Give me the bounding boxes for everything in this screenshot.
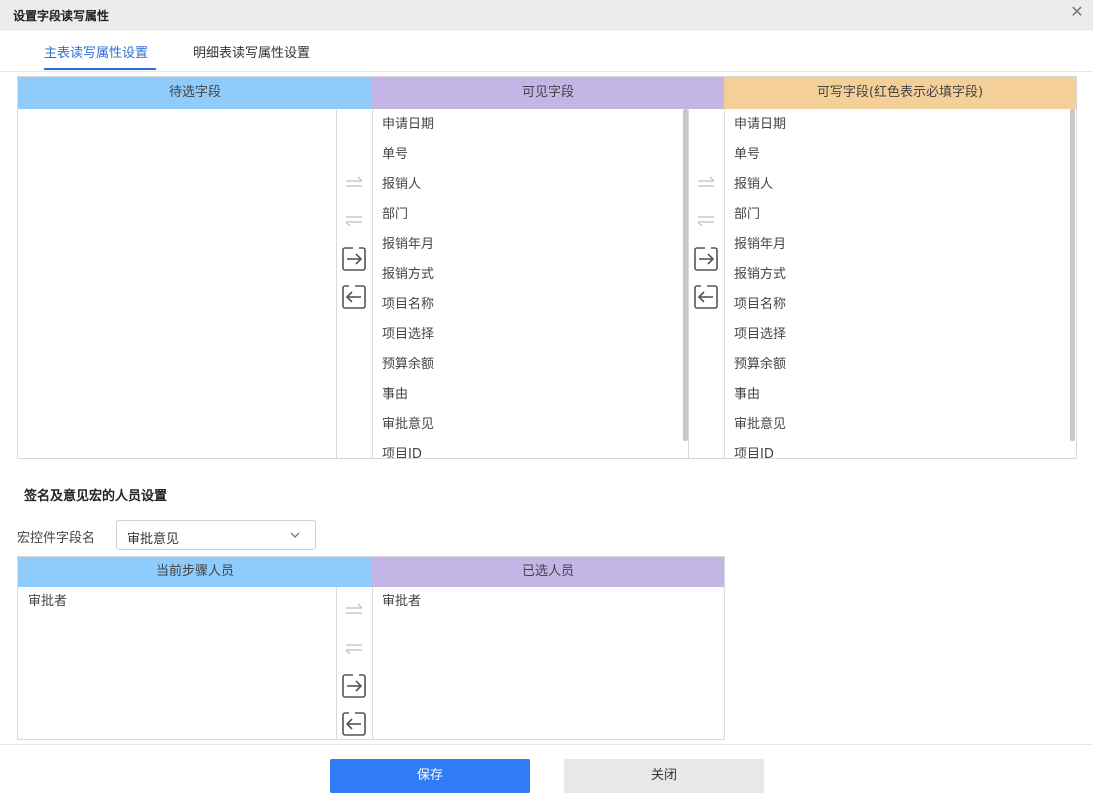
move-all-right-icon[interactable] xyxy=(693,171,719,197)
selected-personnel-header: 已选人员 xyxy=(372,557,724,587)
list-item[interactable]: 事由 xyxy=(372,380,688,410)
close-button[interactable]: 关闭 xyxy=(564,759,764,793)
field-selector: 待选字段 可见字段 可写字段(红色表示必填字段) 申请日期 单号 报销人 部门 … xyxy=(17,76,1077,459)
save-button[interactable]: 保存 xyxy=(330,759,530,793)
list-item[interactable]: 报销人 xyxy=(724,170,1070,200)
tab-bar: 主表读写属性设置 明细表读写属性设置 xyxy=(0,30,1093,72)
writable-list-scrollbar[interactable] xyxy=(1070,109,1075,441)
writable-fields-header: 可写字段(红色表示必填字段) xyxy=(724,77,1076,109)
writable-fields-list[interactable]: 申请日期 单号 报销人 部门 报销年月 报销方式 项目名称 项目选择 预算余额 … xyxy=(724,109,1070,458)
transfer-buttons-3 xyxy=(336,587,372,739)
section-title: 签名及意见宏的人员设置 xyxy=(24,489,168,504)
move-all-right-icon[interactable] xyxy=(341,171,367,197)
transfer-buttons-1 xyxy=(336,109,372,458)
list-item[interactable]: 部门 xyxy=(724,200,1070,230)
tab-main-table[interactable]: 主表读写属性设置 xyxy=(44,42,148,61)
move-all-right-icon[interactable] xyxy=(341,598,367,624)
list-item[interactable]: 报销人 xyxy=(372,170,688,200)
list-item[interactable]: 审批者 xyxy=(18,587,336,617)
list-item[interactable]: 报销方式 xyxy=(372,260,688,290)
list-item[interactable]: 事由 xyxy=(724,380,1070,410)
chevron-down-icon xyxy=(290,532,300,538)
list-item[interactable]: 报销方式 xyxy=(724,260,1070,290)
list-item[interactable]: 申请日期 xyxy=(372,110,688,140)
current-step-personnel-header: 当前步骤人员 xyxy=(18,557,372,587)
macro-field-value: 审批意见 xyxy=(127,532,180,547)
move-all-left-icon[interactable] xyxy=(693,207,719,233)
list-item[interactable]: 报销年月 xyxy=(372,230,688,260)
current-personnel-list[interactable]: 审批者 xyxy=(18,587,336,739)
selected-personnel-list[interactable]: 审批者 xyxy=(372,587,724,739)
dialog-footer xyxy=(0,744,1093,805)
move-left-icon[interactable] xyxy=(693,284,719,310)
list-item[interactable]: 审批意见 xyxy=(372,410,688,440)
list-item[interactable]: 项目选择 xyxy=(724,320,1070,350)
list-item[interactable]: 预算余额 xyxy=(724,350,1070,380)
close-icon[interactable]: ✕ xyxy=(1069,4,1085,20)
move-right-icon[interactable] xyxy=(341,673,367,699)
list-item[interactable]: 预算余额 xyxy=(372,350,688,380)
list-item[interactable]: 单号 xyxy=(724,140,1070,170)
dialog-titlebar: 设置字段读写属性 ✕ xyxy=(0,0,1093,30)
list-item[interactable]: 项目ID xyxy=(372,440,688,458)
personnel-selector: 当前步骤人员 已选人员 审批者 审批者 xyxy=(17,556,725,740)
transfer-buttons-2 xyxy=(688,109,724,458)
move-all-left-icon[interactable] xyxy=(341,635,367,661)
list-item[interactable]: 项目选择 xyxy=(372,320,688,350)
move-right-icon[interactable] xyxy=(341,246,367,272)
move-right-icon[interactable] xyxy=(693,246,719,272)
visible-fields-list[interactable]: 申请日期 单号 报销人 部门 报销年月 报销方式 项目名称 项目选择 预算余额 … xyxy=(372,109,688,458)
macro-field-label: 宏控件字段名 xyxy=(17,531,96,546)
list-item[interactable]: 项目名称 xyxy=(372,290,688,320)
list-item[interactable]: 项目名称 xyxy=(724,290,1070,320)
list-item[interactable]: 申请日期 xyxy=(724,110,1070,140)
list-item[interactable]: 审批者 xyxy=(372,587,724,617)
dialog-title: 设置字段读写属性 xyxy=(13,9,110,23)
list-item[interactable]: 报销年月 xyxy=(724,230,1070,260)
list-item[interactable]: 部门 xyxy=(372,200,688,230)
list-item[interactable]: 项目ID xyxy=(724,440,1070,458)
candidate-fields-list[interactable] xyxy=(18,109,336,458)
move-left-icon[interactable] xyxy=(341,284,367,310)
visible-fields-header: 可见字段 xyxy=(372,77,724,109)
tab-detail-table[interactable]: 明细表读写属性设置 xyxy=(193,42,310,61)
move-all-left-icon[interactable] xyxy=(341,207,367,233)
active-tab-indicator xyxy=(44,68,156,70)
candidate-fields-header: 待选字段 xyxy=(18,77,372,109)
list-item[interactable]: 单号 xyxy=(372,140,688,170)
macro-field-select[interactable]: 审批意见 xyxy=(116,520,316,550)
list-item[interactable]: 审批意见 xyxy=(724,410,1070,440)
move-left-icon[interactable] xyxy=(341,711,367,737)
